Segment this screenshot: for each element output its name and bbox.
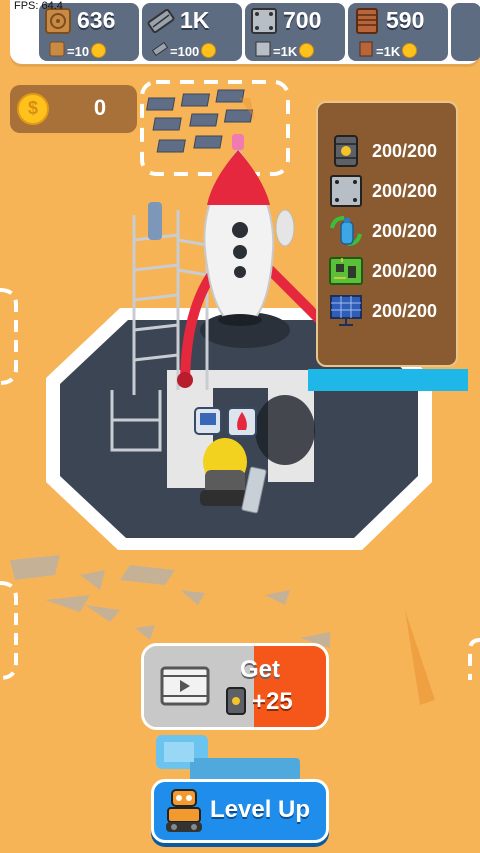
requirement-value: 200/200: [372, 301, 438, 321]
requirement-row: 200/200: [328, 294, 458, 328]
build-progress-bar: [308, 369, 468, 391]
metal-plate-icon: [330, 175, 362, 207]
get-amount: +25: [252, 688, 293, 715]
fuel-barrel-icon: [334, 135, 358, 167]
circuit-board-icon: [329, 257, 363, 285]
left-bracket-top: [0, 288, 18, 385]
fuel-barrel-icon: [226, 687, 246, 715]
left-bracket-bottom: [0, 581, 18, 680]
solar-panel-icon: [330, 295, 362, 326]
requirement-value: 200/200: [372, 261, 438, 281]
fps-counter: FPS: 64.4: [14, 0, 63, 12]
requirement-row: 200/200: [328, 134, 458, 168]
water-tank: [148, 202, 162, 240]
right-bracket: [468, 638, 480, 680]
ground-debris: [10, 555, 330, 648]
requirement-value: 200/200: [372, 141, 438, 161]
get-bonus-button[interactable]: Get +25: [141, 643, 329, 730]
level-up-label: Level Up: [210, 796, 311, 823]
rocket: [203, 134, 295, 326]
requirement-value: 200/200: [372, 181, 438, 201]
get-label: Get: [240, 656, 281, 683]
robot-icon: [166, 789, 202, 832]
water-bottle-icon: [330, 216, 362, 246]
requirement-row: 200/200: [328, 214, 458, 248]
level-up-button[interactable]: Level Up: [151, 779, 329, 843]
requirement-value: 200/200: [372, 221, 438, 241]
requirements-panel: 200/200 200/200 200/200 200/200 200/200: [316, 101, 458, 367]
requirement-row: 200/200: [328, 254, 458, 288]
requirement-row: 200/200: [328, 174, 458, 208]
video-icon: [160, 666, 210, 706]
